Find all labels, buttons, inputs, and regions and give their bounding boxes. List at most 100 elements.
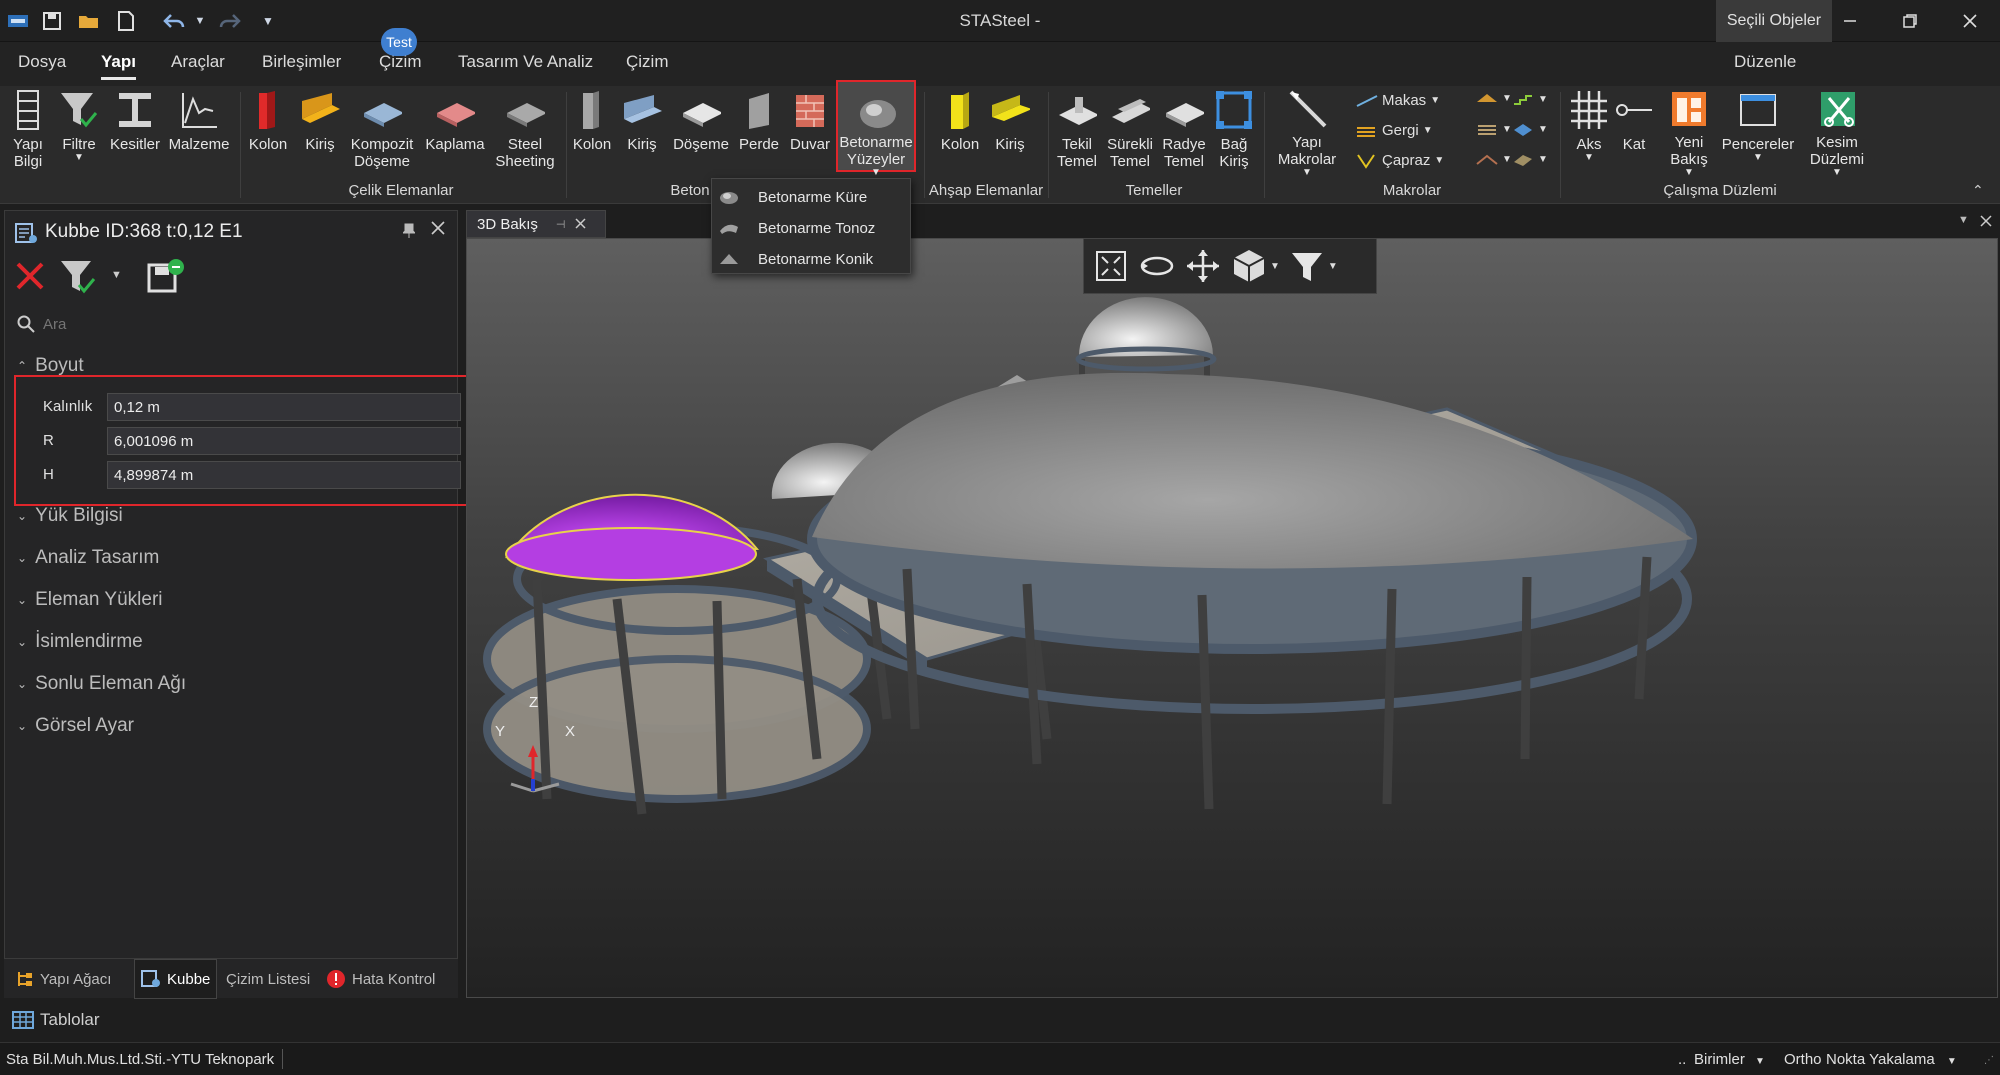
restore-button[interactable]	[1880, 0, 1940, 42]
menu-birlesimler[interactable]: Birleşimler	[262, 52, 341, 72]
chevron-down-icon: ⌄	[17, 551, 28, 565]
kat-button[interactable]: Kat	[1612, 88, 1656, 176]
view-list-dropdown-icon[interactable]: ▼	[1958, 214, 1969, 226]
macro-small-1-button[interactable]: ▼	[1476, 92, 1512, 104]
tablolar-tab[interactable]: Tablolar	[12, 1010, 100, 1030]
zoom-extents-button[interactable]	[1092, 247, 1130, 285]
section-sonlu-eleman-agi[interactable]: ⌄ Sonlu Eleman Ağı	[17, 673, 186, 695]
section-isimlendirme[interactable]: ⌄ İsimlendirme	[17, 631, 143, 653]
cladding-icon	[435, 88, 475, 132]
chevron-down-icon: ⌄	[17, 593, 28, 607]
close-tab-button[interactable]	[575, 216, 586, 233]
resize-grip-icon[interactable]: ⋰	[1984, 1055, 1994, 1066]
close-window-button[interactable]	[1940, 0, 2000, 42]
menu-duzenle[interactable]: Düzenle	[1734, 52, 1796, 72]
close-view-button[interactable]	[1980, 214, 1992, 232]
section-gorsel-ayar[interactable]: ⌄ Görsel Ayar	[17, 715, 134, 737]
macro-small-3-button[interactable]: ▼	[1476, 122, 1512, 136]
malzeme-button[interactable]: Malzeme	[166, 88, 232, 176]
doseme-button[interactable]: Döşeme	[668, 88, 734, 176]
kaplama-button[interactable]: Kaplama	[422, 88, 488, 176]
search-icon	[17, 315, 35, 338]
beton-kolon-button[interactable]: Kolon	[568, 88, 616, 176]
macro-small-6-button[interactable]: ▼	[1512, 152, 1548, 166]
perde-button[interactable]: Perde	[734, 88, 784, 176]
menu-dosya[interactable]: Dosya	[18, 52, 66, 72]
aks-button[interactable]: Aks ▼	[1566, 88, 1612, 176]
celik-kiris-button[interactable]: Kiriş	[296, 88, 344, 176]
menu-item-betonarme-kure[interactable]: Betonarme Küre	[712, 181, 910, 213]
tekil-temel-button[interactable]: Tekil Temel	[1052, 88, 1102, 176]
section-yuk-bilgisi[interactable]: ⌄ Yük Bilgisi	[17, 505, 123, 527]
makas-button[interactable]: Makas ▼	[1356, 92, 1440, 109]
kesim-duzlemi-button[interactable]: Kesim Düzlemi ▼	[1800, 88, 1874, 178]
tab-3d-bakis[interactable]: 3D Bakış ⊣	[466, 210, 606, 238]
yapi-bilgi-button[interactable]: Yapı Bilgi	[4, 88, 52, 176]
gergi-button[interactable]: Gergi ▼	[1356, 122, 1433, 139]
pin-icon[interactable]	[401, 223, 417, 242]
kompozit-doseme-button[interactable]: Kompozit Döşeme	[346, 88, 418, 176]
pin-icon[interactable]: ⊣	[556, 218, 566, 231]
view-cube-button[interactable]	[1230, 247, 1268, 285]
duvar-button[interactable]: Duvar	[786, 88, 834, 176]
pan-button[interactable]	[1184, 247, 1222, 285]
section-boyut[interactable]: ⌃ Boyut	[17, 355, 84, 377]
section-plane-icon	[1817, 88, 1857, 130]
capraz-button[interactable]: Çapraz ▼	[1356, 152, 1444, 169]
kesitler-button[interactable]: Kesitler	[108, 88, 162, 176]
birimler-button[interactable]: Birimler ▼	[1694, 1051, 1765, 1068]
menu-yapi[interactable]: Yapı	[101, 52, 136, 80]
ortho-toggle[interactable]: Ortho	[1784, 1051, 1822, 1068]
section-analiz-tasarim[interactable]: ⌄ Analiz Tasarım	[17, 547, 159, 569]
ahsap-kiris-button[interactable]: Kiriş	[986, 88, 1034, 176]
radius-field[interactable]: 6,001096 m	[107, 427, 461, 455]
menu-araclar[interactable]: Araçlar	[171, 52, 225, 72]
ahsap-kolon-button[interactable]: Kolon	[936, 88, 984, 176]
macro-small-4-button[interactable]: ▼	[1512, 122, 1548, 136]
view-filter-button[interactable]	[1288, 247, 1326, 285]
section-eleman-yukleri[interactable]: ⌄ Eleman Yükleri	[17, 589, 163, 611]
beton-kiris-button[interactable]: Kiriş	[618, 88, 666, 176]
betonarme-yuzeyler-button[interactable]: Betonarme Yüzeyler ▼	[836, 80, 916, 178]
save-settings-button[interactable]	[145, 257, 185, 302]
search-input[interactable]	[41, 311, 441, 337]
surekli-temel-button[interactable]: Sürekli Temel	[1104, 88, 1156, 176]
tab-kubbe[interactable]: Kubbe	[134, 959, 218, 999]
error-icon	[327, 970, 345, 988]
chevron-down-icon: ⌄	[17, 635, 28, 649]
steel-sheeting-button[interactable]: Steel Sheeting	[492, 88, 558, 176]
selected-objects-button[interactable]: Seçili Objeler	[1716, 0, 1832, 42]
collapse-ribbon-icon[interactable]: ⌃	[1972, 182, 1984, 199]
pencereler-button[interactable]: Pencereler ▼	[1718, 88, 1798, 176]
macro-small-5-button[interactable]: ▼	[1476, 152, 1512, 166]
tab-hata-kontrol[interactable]: Hata Kontrol	[326, 959, 435, 999]
delete-button[interactable]	[15, 261, 45, 296]
tab-cizim-listesi[interactable]: Çizim Listesi	[226, 959, 310, 999]
bag-kiris-button[interactable]: Bağ Kiriş	[1212, 88, 1256, 176]
menu-item-betonarme-konik[interactable]: Betonarme Konik	[712, 243, 910, 275]
panel-filter-button[interactable]	[59, 257, 99, 302]
menu-cizim[interactable]: Çizim	[626, 52, 669, 72]
filtre-button[interactable]: Filtre ▼	[56, 88, 102, 176]
minimize-button[interactable]	[1820, 0, 1880, 42]
chevron-down-icon[interactable]: ▼	[1328, 261, 1338, 272]
tab-yapi-agaci[interactable]: Yapı Ağacı	[16, 959, 111, 999]
orbit-button[interactable]	[1138, 247, 1176, 285]
chevron-down-icon[interactable]: ▼	[1270, 261, 1280, 272]
chevron-down-icon[interactable]: ▼	[111, 269, 122, 281]
3d-viewport[interactable]: Z Y X	[466, 238, 1998, 998]
close-panel-button[interactable]	[431, 221, 445, 240]
height-field[interactable]: 4,899874 m	[107, 461, 461, 489]
nokta-yakalama-button[interactable]: Nokta Yakalama ▼	[1826, 1051, 1957, 1068]
filter-icon	[59, 88, 99, 132]
menu-item-betonarme-tonoz[interactable]: Betonarme Tonoz	[712, 212, 910, 244]
macro-small-2-button[interactable]: ▼	[1512, 92, 1548, 106]
macro-wand-icon	[1287, 88, 1327, 130]
yeni-bakis-button[interactable]: Yeni Bakış ▼	[1662, 88, 1716, 178]
radye-temel-button[interactable]: Radye Temel	[1158, 88, 1210, 176]
kalinlik-field[interactable]: 0,12 m	[107, 393, 461, 421]
celik-kolon-button[interactable]: Kolon	[244, 88, 292, 176]
yapi-makrolar-button[interactable]: Yapı Makrolar ▼	[1268, 88, 1346, 178]
chevron-down-icon: ▼	[1538, 123, 1548, 135]
menu-tasarim-ve-analiz[interactable]: Tasarım Ve Analiz	[458, 52, 593, 72]
